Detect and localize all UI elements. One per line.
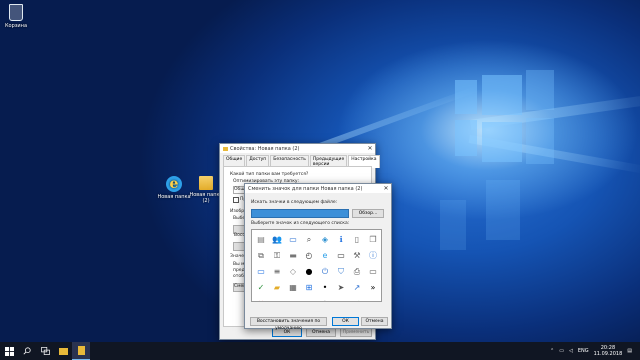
window-pane xyxy=(482,122,522,162)
desktop: Корзина e Новая папка Новая папка (2) Св… xyxy=(0,0,640,342)
taskbar: ⌃ ▭ ◁ ENG 20:28 11.09.2018 ▤ xyxy=(0,342,640,360)
folder-taskbar-icon[interactable] xyxy=(72,342,90,360)
documents-icon[interactable]: ❐ xyxy=(367,234,379,246)
calendar-icon[interactable]: ▦ xyxy=(287,282,299,294)
notifications-icon[interactable]: ▤ xyxy=(627,348,632,354)
cursor-icon[interactable]: ➤ xyxy=(335,282,347,294)
shield-icon[interactable]: ⛉ xyxy=(335,266,347,278)
images-group-label: Изобр xyxy=(230,209,245,214)
apply-button[interactable]: Применить xyxy=(340,328,372,337)
search-file-label: Искать значки в следующем файле: xyxy=(251,200,338,205)
date: 11.09.2018 xyxy=(593,351,623,357)
key-icon[interactable]: ⚿ xyxy=(271,250,283,262)
folder-x-icon[interactable]: ▰ xyxy=(271,298,283,301)
window-pane xyxy=(486,180,520,240)
icon-list[interactable]: ▤ 👥 ▭ ⌕ ◈ ℹ ▯ ❐ ⧉ ⚿ ▬ ◴ e ▭ ⚒ ⓘ ▭ ≡ ◇ ● ⏻ ⛉ ⎙ ▭ ✓ ▰ ▦ ⊞ • ➤ ↗ » ✕ ▰ ▰ ▰ ☆ ▰ ✔ xyxy=(251,229,382,302)
power-icon[interactable]: ⏻ xyxy=(319,266,331,278)
ok-mark-icon[interactable]: ✓ xyxy=(255,282,267,294)
folder-icon[interactable]: ▰ xyxy=(271,282,283,294)
restore-defaults-button[interactable]: Восстановить значения по умолчанию xyxy=(250,317,327,331)
list-icon[interactable]: ≡ xyxy=(271,266,283,278)
display-icon[interactable]: ▭ xyxy=(367,266,379,278)
optimize-value: Общ xyxy=(234,187,245,192)
search-icon[interactable] xyxy=(18,342,36,360)
copy-icon[interactable]: ⧉ xyxy=(255,250,267,262)
cancel-button[interactable]: Отмена xyxy=(306,328,336,337)
drive-icon[interactable]: ▬ xyxy=(287,250,299,262)
folder-icon xyxy=(199,176,213,190)
check-icon[interactable]: ✔ xyxy=(351,298,363,301)
dialog-ok-button[interactable]: ОК xyxy=(332,317,359,326)
desktop-icon-label: Новая папка (2) xyxy=(189,192,223,204)
folder-gear-icon[interactable]: ▰ xyxy=(335,298,347,301)
network-icon[interactable]: ◈ xyxy=(319,234,331,246)
tray-chevron-icon[interactable]: ⌃ xyxy=(550,348,554,354)
close-icon[interactable]: ✕ xyxy=(365,145,375,152)
recycle-bin-icon xyxy=(9,4,23,21)
chevron-double-icon[interactable]: » xyxy=(367,282,379,294)
ie-icon[interactable]: e xyxy=(319,250,331,262)
icon-file-input[interactable] xyxy=(251,209,349,218)
dialog-title: Сменить значок для папки Новая папка (2) xyxy=(248,185,363,192)
info-icon[interactable]: ℹ xyxy=(335,234,347,246)
dot-icon[interactable]: ● xyxy=(303,266,315,278)
monitor-icon[interactable]: ▭ xyxy=(287,234,299,246)
change-icon-dialog: Сменить значок для папки Новая папка (2)… xyxy=(244,183,392,331)
tools-icon[interactable]: ⚒ xyxy=(351,250,363,262)
dialog-titlebar[interactable]: Сменить значок для папки Новая папка (2)… xyxy=(245,184,391,193)
select-icon-label: Выберите значок из следующего списка: xyxy=(251,221,350,226)
folder-type-label: Какой тип папки вам требуется? xyxy=(230,172,309,177)
printer-icon[interactable]: ⎙ xyxy=(351,266,363,278)
window-pane xyxy=(526,118,554,164)
window-pane xyxy=(440,200,466,250)
red-x-icon[interactable]: ✕ xyxy=(255,298,267,301)
icons-group-label: Значе xyxy=(230,254,245,259)
monitor-blue-icon[interactable]: ▭ xyxy=(255,266,267,278)
icons-text-line1: Вы м xyxy=(233,262,245,267)
dialog-cancel-button[interactable]: Отмена xyxy=(361,317,388,326)
window-pane xyxy=(455,80,477,114)
window-title: Свойства: Новая папка (2) xyxy=(230,145,300,152)
document-icon[interactable]: ▯ xyxy=(351,234,363,246)
folder-icon xyxy=(223,146,228,151)
info-circle-icon[interactable]: ⓘ xyxy=(367,250,379,262)
system-tray: ⌃ ▭ ◁ ENG 20:28 11.09.2018 ▤ xyxy=(550,345,640,357)
volume-icon[interactable]: ◁ xyxy=(569,348,573,354)
monitor-dark-icon[interactable]: ▭ xyxy=(335,250,347,262)
apply-subfolders-checkbox[interactable] xyxy=(233,197,239,203)
browse-button[interactable]: Обзор... xyxy=(352,209,384,218)
properties-titlebar[interactable]: Свойства: Новая папка (2) ✕ xyxy=(220,144,375,153)
window-pane xyxy=(482,75,522,115)
task-view-icon[interactable] xyxy=(36,342,54,360)
clock[interactable]: 20:28 11.09.2018 xyxy=(594,345,623,357)
windows-icon[interactable]: ⊞ xyxy=(303,282,315,294)
people-icon[interactable]: 👥 xyxy=(271,234,283,246)
magnifier-icon[interactable]: ⌕ xyxy=(303,234,315,246)
start-button[interactable] xyxy=(0,342,18,360)
folder-open-icon[interactable]: ▰ xyxy=(287,298,299,301)
recycle-bin-shortcut[interactable]: Корзина xyxy=(0,4,36,29)
star-icon[interactable]: ☆ xyxy=(319,298,331,301)
file-explorer-icon[interactable] xyxy=(54,342,72,360)
bullet-icon[interactable]: • xyxy=(319,282,331,294)
network-icon[interactable]: ▭ xyxy=(559,348,564,354)
close-icon[interactable]: ✕ xyxy=(381,185,391,192)
desktop-icon-label: Корзина xyxy=(4,23,28,29)
blank-icon[interactable] xyxy=(367,298,379,301)
window-pane xyxy=(455,120,477,156)
arrow-icon[interactable]: ↗ xyxy=(351,282,363,294)
ie-icon: e xyxy=(166,176,182,192)
clipboard-icon[interactable]: ▤ xyxy=(255,234,267,246)
dialog-content: Искать значки в следующем файле: Обзор..… xyxy=(245,193,391,331)
windows-logo-icon xyxy=(4,346,14,356)
tag-icon[interactable]: ◇ xyxy=(287,266,299,278)
window-pane xyxy=(526,70,554,110)
language-indicator[interactable]: ENG xyxy=(578,348,589,354)
clock-icon[interactable]: ◴ xyxy=(303,250,315,262)
folder-plus-icon[interactable]: ▰ xyxy=(303,298,315,301)
